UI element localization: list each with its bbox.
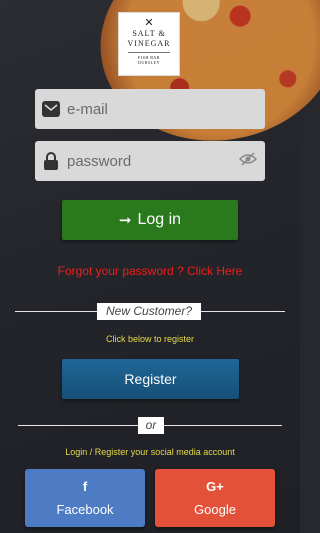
logo-divider: [128, 52, 170, 53]
logo-line-1: SALT &: [132, 29, 166, 38]
logo-line-4: DURSLEY: [138, 60, 160, 65]
register-hint: Click below to register: [105, 334, 195, 344]
arrow-right-icon: ➞: [118, 212, 132, 229]
eye-slash-icon[interactable]: [238, 152, 258, 171]
password-input[interactable]: [67, 146, 217, 176]
register-button[interactable]: Register: [62, 359, 239, 399]
social-hint: Login / Register your social media accou…: [65, 447, 235, 457]
facebook-button-label: Facebook: [56, 502, 114, 517]
google-button-label: Google: [194, 502, 236, 517]
envelope-icon: [35, 89, 67, 129]
facebook-icon: f: [82, 479, 88, 494]
facebook-button[interactable]: f Facebook: [25, 469, 145, 527]
email-field[interactable]: [35, 89, 265, 129]
restaurant-logo: ✕ SALT & VINEGAR FISH BAR DURSLEY: [118, 12, 180, 76]
logo-line-2: VINEGAR: [127, 39, 171, 48]
google-button[interactable]: G+ Google: [155, 469, 275, 527]
lock-icon: [35, 141, 67, 181]
email-input[interactable]: [67, 94, 217, 124]
login-button-label: Log in: [137, 211, 182, 228]
or-label: or: [138, 417, 164, 434]
fish-cross-icon: ✕: [144, 17, 154, 29]
forgot-password-link[interactable]: Forgot your password ? Click Here: [0, 264, 300, 278]
login-button[interactable]: ➞ Log in: [62, 200, 238, 240]
password-field[interactable]: [35, 141, 265, 181]
google-plus-icon: G+: [206, 479, 224, 494]
register-button-label: Register: [124, 371, 177, 387]
new-customer-label: New Customer?: [97, 303, 201, 320]
